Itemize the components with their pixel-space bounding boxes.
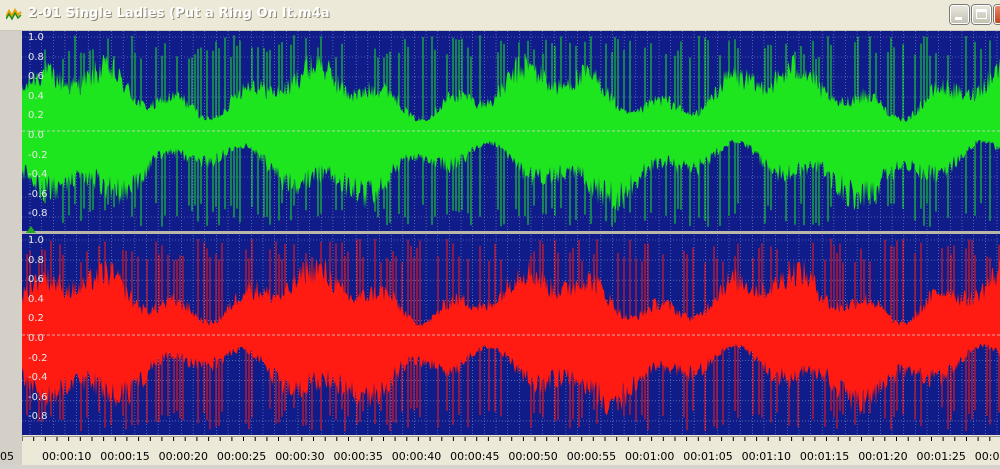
audio-editor-window: 2-01 Single Ladies (Put a Ring On It.m4a… — [0, 0, 1000, 465]
amplitude-label: 1.0 — [28, 235, 44, 246]
amplitude-label: 0.2 — [28, 313, 44, 325]
time-label: 00:00:55 — [566, 450, 617, 463]
amplitude-label: 0.4 — [28, 90, 44, 102]
maximize-button[interactable] — [972, 5, 991, 24]
playhead-marker-icon[interactable] — [26, 226, 36, 233]
amplitude-label: 0.0 — [28, 333, 44, 344]
amplitude-label: -0.8 — [28, 208, 48, 220]
title-bar[interactable]: 2-01 Single Ladies (Put a Ring On It.m4a — [0, 0, 1000, 31]
time-label: 00:0 — [974, 450, 1000, 463]
time-label: 00:00:20 — [158, 450, 208, 463]
time-label: 05 — [0, 450, 14, 463]
time-ruler[interactable]: 05 00:00:10 00:00:15 00:00:20 00:00:25 00:00:… — [0, 436, 1000, 465]
amplitude-label: 0.6 — [28, 71, 44, 83]
time-label: 00:00:50 — [508, 450, 558, 463]
amplitude-label: 1.0 — [28, 32, 44, 43]
time-label: 00:01:05 — [683, 450, 733, 463]
time-label: 00:01:20 — [858, 450, 908, 463]
time-label: 00:01:25 — [916, 450, 966, 463]
channel-ruler-strip — [0, 31, 23, 464]
close-button[interactable] — [994, 5, 1000, 24]
amplitude-label: -0.8 — [28, 411, 48, 423]
minimize-button[interactable] — [950, 5, 969, 24]
time-label: 00:00:25 — [216, 450, 267, 463]
waveform-app-icon — [6, 7, 22, 21]
amplitude-label: -0.6 — [28, 188, 48, 200]
amplitude-label: 0.4 — [28, 293, 44, 305]
amplitude-label: 0.2 — [28, 110, 44, 122]
channel-divider[interactable] — [22, 231, 1000, 234]
amplitude-label: 0.0 — [28, 130, 44, 141]
time-label: 00:00:40 — [391, 450, 442, 463]
time-label: 00:01:00 — [625, 450, 675, 463]
time-label: 00:00:45 — [450, 450, 500, 463]
time-label: 00:01:10 — [741, 450, 791, 463]
time-label: 00:00:30 — [275, 450, 325, 463]
amplitude-label: -0.2 — [28, 149, 48, 161]
window-title: 2-01 Single Ladies (Put a Ring On It.m4a — [28, 6, 330, 21]
amplitude-label: -0.4 — [28, 169, 48, 181]
amplitude-label: -0.6 — [28, 391, 48, 403]
time-label: 00:00:35 — [333, 450, 383, 463]
maximize-icon — [976, 9, 987, 19]
time-label: 00:01:15 — [799, 450, 850, 463]
amplitude-label: -0.4 — [28, 372, 48, 384]
amplitude-label: -0.2 — [28, 352, 48, 364]
amplitude-label: 0.8 — [28, 51, 44, 63]
amplitude-label: 0.8 — [28, 254, 44, 266]
minimize-icon — [955, 17, 962, 20]
time-label: 00:00:15 — [100, 450, 150, 463]
amplitude-label: 0.6 — [28, 274, 44, 286]
time-label: 00:00:10 — [42, 450, 92, 463]
